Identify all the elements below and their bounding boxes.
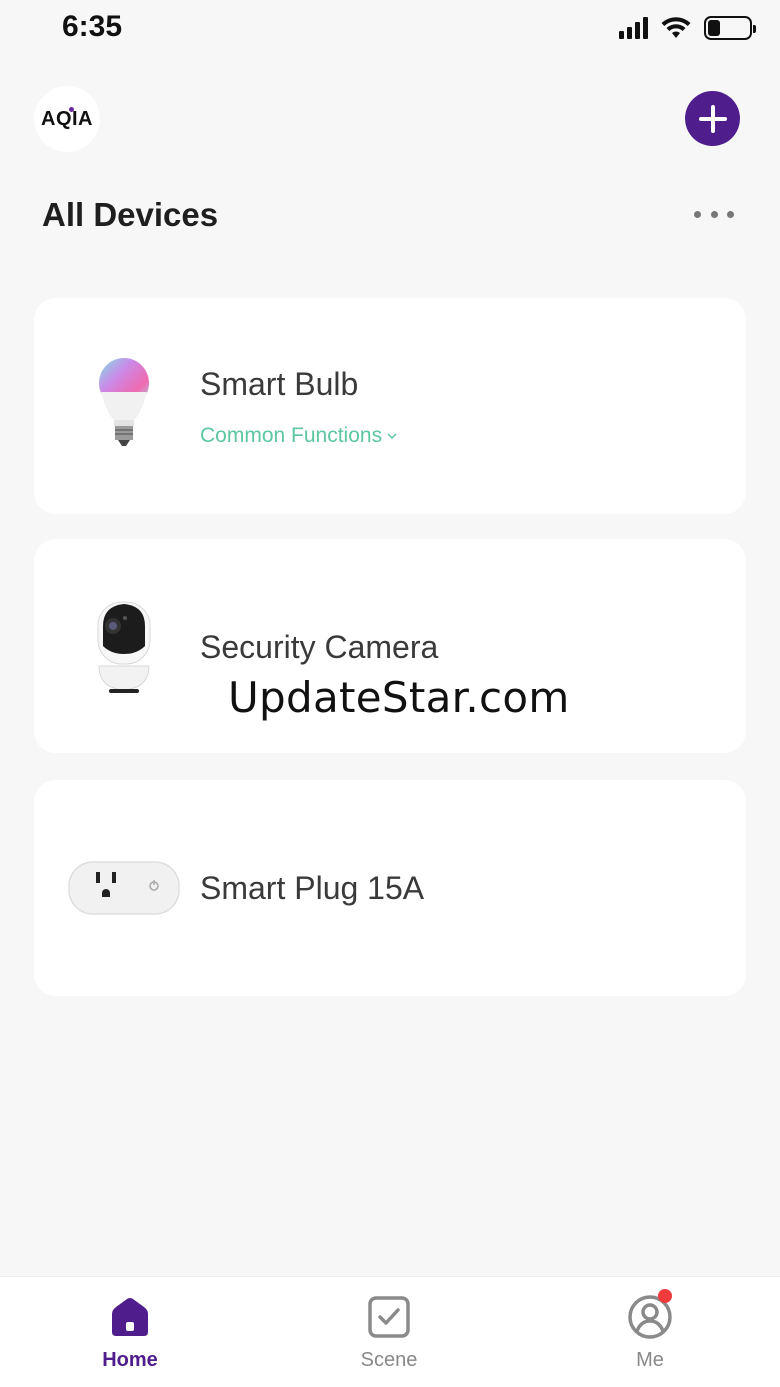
page-title: All Devices	[42, 196, 219, 233]
wifi-icon	[661, 17, 691, 38]
bottom-tab-bar: Home Scene Me	[0, 1276, 780, 1387]
status-bar: 6:35	[0, 0, 780, 60]
security-camera-icon	[68, 590, 180, 702]
notification-badge	[658, 1289, 672, 1303]
smart-plug-icon	[68, 832, 180, 944]
device-name: Smart Plug 15A	[200, 870, 425, 906]
home-icon	[106, 1293, 154, 1341]
app-logo: AQIA	[34, 86, 100, 152]
watermark-text: UpdateStar.com	[228, 673, 570, 722]
tab-scene[interactable]: Scene	[329, 1293, 449, 1383]
status-icons	[619, 16, 756, 40]
smart-bulb-icon	[68, 350, 180, 462]
status-time: 6:35	[62, 10, 123, 43]
device-name: Smart Bulb	[200, 366, 359, 402]
device-name: Security Camera	[200, 629, 439, 665]
battery-icon	[704, 16, 756, 40]
plus-icon	[698, 104, 727, 133]
tab-home[interactable]: Home	[70, 1293, 190, 1383]
tab-label-me: Me	[636, 1349, 664, 1371]
add-device-button[interactable]	[685, 91, 740, 146]
tab-label-home: Home	[102, 1349, 158, 1371]
more-horizontal-icon[interactable]	[694, 206, 734, 222]
chevron-down-icon	[387, 433, 397, 440]
common-functions-link[interactable]: Common Functions	[200, 424, 398, 448]
logo-text: AQIA	[41, 107, 93, 130]
common-functions-label: Common Functions	[200, 424, 383, 447]
device-card-smart-plug[interactable]: Smart Plug 15A	[34, 780, 746, 996]
tab-label-scene: Scene	[360, 1349, 418, 1371]
device-card-smart-bulb[interactable]: Smart Bulb Common Functions	[34, 298, 746, 514]
tab-me[interactable]: Me	[590, 1289, 710, 1383]
profile-icon	[626, 1289, 674, 1341]
scene-checkbox-icon	[365, 1293, 413, 1341]
signal-icon	[619, 17, 648, 39]
